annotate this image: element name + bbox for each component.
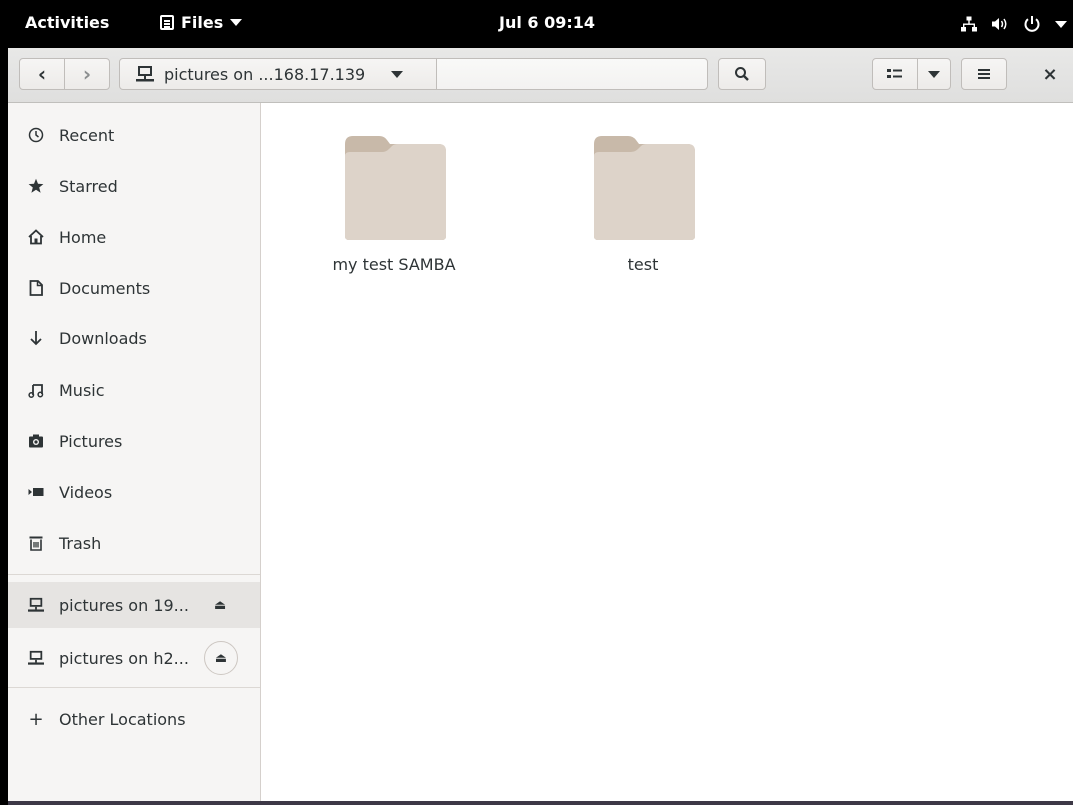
sidebar-item-downloads[interactable]: Downloads: [8, 315, 260, 361]
path-label: pictures on ...168.17.139: [164, 64, 366, 84]
tray-caret-down-icon: [1055, 20, 1067, 28]
sidebar-item-label: Pictures: [59, 431, 123, 451]
search-button[interactable]: [718, 58, 766, 90]
video-icon: [27, 483, 45, 501]
caret-down-icon: [230, 19, 243, 26]
trash-icon: [27, 534, 45, 552]
window-bottom-edge: [8, 801, 1073, 805]
power-icon: [1024, 16, 1040, 32]
top-bar-inner: Activities Files Jul 6 09:14: [8, 0, 1073, 48]
clock-icon: [27, 126, 45, 144]
sidebar-item-mount-2[interactable]: pictures on h2... ⏏: [8, 635, 260, 681]
activities-button[interactable]: Activities: [25, 13, 109, 32]
sidebar-item-recent[interactable]: Recent: [8, 112, 260, 158]
sidebar-item-label: Music: [59, 380, 105, 400]
close-icon: ×: [1042, 63, 1058, 85]
network-icon: [961, 16, 977, 32]
eject-icon[interactable]: ⏏: [214, 598, 226, 613]
sidebar-item-label: Downloads: [59, 328, 147, 348]
window-left-edge: [0, 48, 8, 805]
forward-button[interactable]: ›: [64, 58, 110, 90]
sidebar-separator: [8, 574, 260, 575]
path-bar-button[interactable]: pictures on ...168.17.139: [119, 58, 437, 90]
camera-icon: [27, 432, 45, 450]
folder-name: test: [627, 255, 659, 274]
sidebar-item-home[interactable]: Home: [8, 214, 260, 260]
sidebar-item-label: Trash: [59, 533, 102, 553]
list-view-icon: [887, 69, 902, 78]
sidebar-item-label: pictures on 19...: [59, 595, 189, 615]
network-drive-icon: [27, 649, 45, 667]
file-view[interactable]: my test SAMBA test: [261, 103, 1073, 805]
sidebar-item-documents[interactable]: Documents: [8, 265, 260, 311]
view-options-caret-icon: [928, 70, 940, 78]
sidebar-item-starred[interactable]: Starred: [8, 163, 260, 209]
folder-icon: [594, 136, 695, 240]
home-icon: [27, 228, 45, 246]
system-tray[interactable]: [961, 15, 1067, 33]
view-mode-button[interactable]: [872, 58, 918, 90]
sidebar-item-label: Other Locations: [59, 709, 186, 729]
sidebar-item-label: pictures on h2...: [59, 648, 189, 668]
sidebar-separator: [8, 687, 260, 688]
sidebar-item-trash[interactable]: Trash: [8, 520, 260, 566]
sidebar-item-other-locations[interactable]: + Other Locations: [8, 696, 260, 742]
music-icon: [27, 381, 45, 399]
app-menu-files[interactable]: Files: [160, 13, 243, 32]
view-options-button[interactable]: [917, 58, 951, 90]
app-menu-label: Files: [181, 13, 224, 32]
header-bar: ‹ › pictures on ...168.17.139 ×: [8, 48, 1073, 103]
volume-icon: [992, 18, 1007, 30]
network-drive-icon: [136, 66, 154, 82]
files-app-icon: [160, 15, 174, 30]
sidebar-item-label: Documents: [59, 278, 151, 298]
main-menu-button[interactable]: [961, 58, 1007, 90]
back-button[interactable]: ‹: [19, 58, 65, 90]
sidebar-item-label: Starred: [59, 176, 118, 196]
folder-icon: [345, 136, 446, 240]
clock[interactable]: Jul 6 09:14: [499, 13, 595, 32]
sidebar-item-videos[interactable]: Videos: [8, 469, 260, 515]
folder-name: my test SAMBA: [332, 255, 456, 274]
plus-icon: +: [28, 708, 44, 730]
close-window-button[interactable]: ×: [1032, 58, 1068, 90]
sidebar-item-pictures[interactable]: Pictures: [8, 418, 260, 464]
path-caret-down-icon: [391, 70, 404, 78]
sidebar-item-label: Videos: [59, 482, 113, 502]
sidebar-item-label: Recent: [59, 125, 115, 145]
top-bar: Activities Files Jul 6 09:14: [0, 0, 1073, 48]
sidebar-item-label: Home: [59, 227, 107, 247]
document-icon: [27, 279, 45, 297]
chevron-right-icon: ›: [82, 62, 92, 86]
star-icon: [27, 177, 45, 195]
hamburger-menu-icon: [978, 69, 990, 79]
chevron-left-icon: ‹: [37, 62, 47, 86]
search-icon: [735, 67, 749, 81]
sidebar-item-music[interactable]: Music: [8, 367, 260, 413]
sidebar-item-mount-1[interactable]: pictures on 19... ⏏: [8, 582, 260, 628]
download-icon: [27, 329, 45, 347]
network-drive-icon: [27, 596, 45, 614]
sidebar: Recent Starred Home Documents Downloads …: [8, 103, 261, 805]
eject-button[interactable]: ⏏: [204, 641, 238, 675]
path-bar-filler[interactable]: [436, 58, 708, 90]
